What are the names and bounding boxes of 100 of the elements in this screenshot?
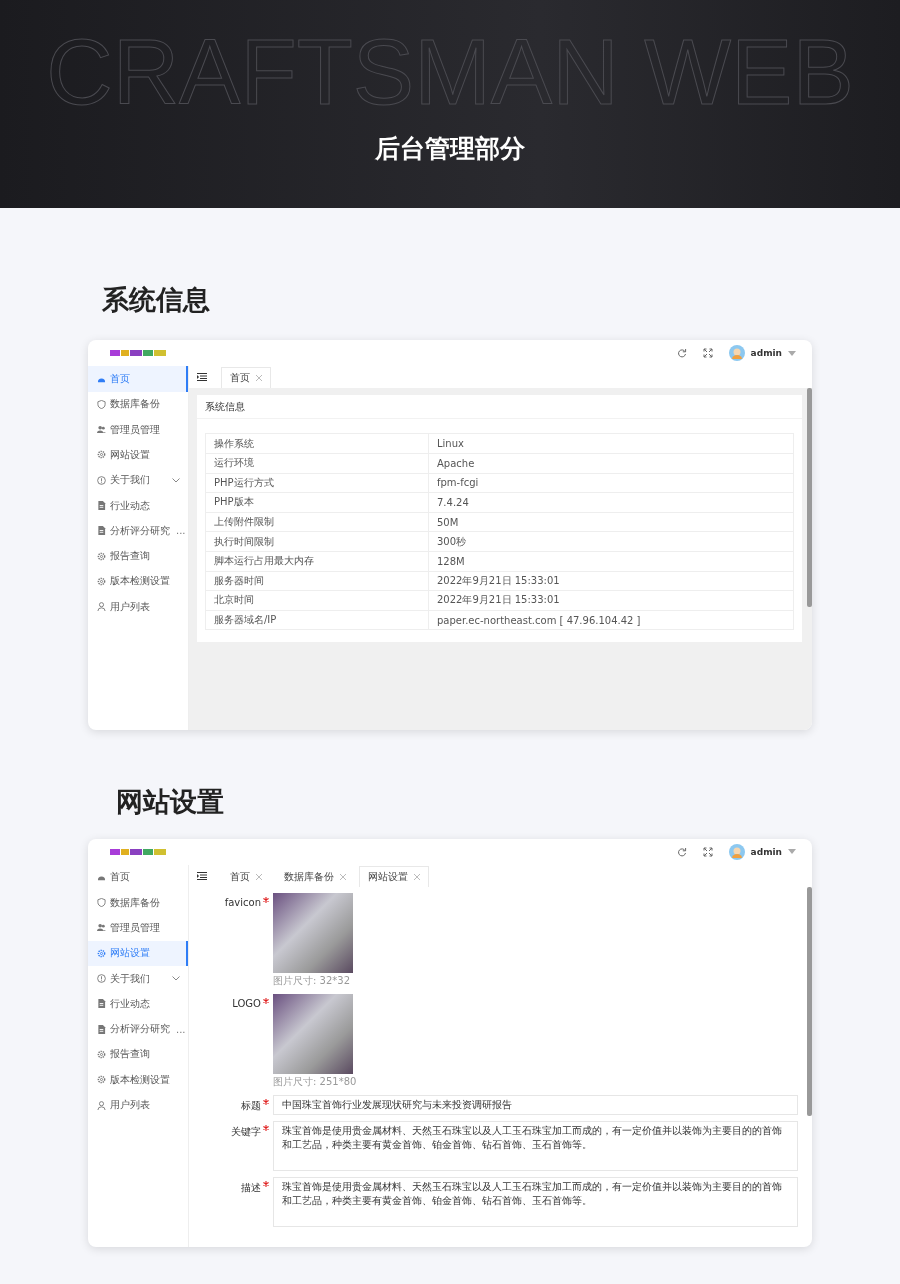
panel-title: 系统信息 <box>197 395 802 420</box>
username[interactable]: admin <box>750 348 782 359</box>
caret-icon[interactable] <box>788 849 796 855</box>
user-icon <box>97 1100 106 1110</box>
close-icon[interactable] <box>256 873 262 880</box>
shield-icon <box>97 399 106 409</box>
info-icon <box>97 475 106 485</box>
photo-placeholder[interactable] <box>273 993 353 1074</box>
table-cell: 50M <box>428 512 794 532</box>
table-cell: PHP运行方式 <box>205 473 429 493</box>
close-icon[interactable] <box>256 375 262 382</box>
sidebar-item[interactable]: 报告查询 <box>88 543 188 569</box>
table-cell: Apache <box>428 453 794 474</box>
field-label: favicon <box>224 896 261 908</box>
menu-icon[interactable] <box>197 373 207 382</box>
sidebar-item[interactable]: 版本检测设置 <box>88 568 188 595</box>
user-icon <box>97 602 106 612</box>
table-cell: fpm-fcgi <box>428 473 794 493</box>
table-cell: 2022年9月21日 15:33:01 <box>428 571 794 591</box>
table-cell: 脚本运行占用最大内存 <box>205 551 429 572</box>
field-label: 标题 <box>241 1098 261 1113</box>
tab[interactable]: 首页 <box>221 865 271 887</box>
banner-title: 后台管理部分 <box>375 133 525 165</box>
fullscreen-icon[interactable] <box>702 348 713 359</box>
image-size-hint: 图片尺寸: 32*32 <box>273 973 351 988</box>
photo-placeholder[interactable] <box>273 892 353 973</box>
tab[interactable]: 首页 <box>221 367 271 389</box>
table-cell: paper.ec-northeast.com [ 47.96.104.42 ] <box>428 610 794 630</box>
table-cell: Linux <box>428 433 794 454</box>
sidebar-item[interactable]: 行业动态 <box>88 991 188 1017</box>
sidebar-item[interactable]: 网站设置 <box>88 442 188 468</box>
sidebar-item[interactable]: 数据库备份 <box>88 890 188 916</box>
sidebar-item[interactable]: 报告查询 <box>88 1041 188 1068</box>
field-label: LOGO <box>232 997 261 1009</box>
avatar-icon[interactable] <box>728 843 745 860</box>
gear-icon <box>97 551 106 561</box>
info-icon <box>97 974 106 984</box>
gear-icon <box>97 1075 106 1085</box>
tab[interactable]: 网站设置 <box>359 865 429 887</box>
sidebar-item[interactable]: 网站设置 <box>88 940 188 966</box>
title-field[interactable]: 中国珠宝首饰行业发展现状研究与未来投资调研报告 <box>273 1094 798 1115</box>
refresh-icon[interactable] <box>676 348 687 359</box>
sidebar-item[interactable]: 管理员管理 <box>88 417 188 443</box>
shield-icon <box>97 898 106 908</box>
username[interactable]: admin <box>750 846 782 857</box>
sidebar-item[interactable]: 用户列表 <box>88 594 188 620</box>
table-cell: 北京时间 <box>205 590 429 611</box>
textarea-field[interactable]: 珠宝首饰是使用贵金属材料、天然玉石珠宝以及人工玉石珠宝加工而成的，有一定价值并以装饰为主要目的的首饰和工艺品，种类主要有黄金首饰、铂金首饰、钻石首饰、玉石首饰等。 <box>273 1120 798 1171</box>
table-cell: 2022年9月21日 15:33:01 <box>428 590 794 611</box>
sidebar-item[interactable]: 数据库备份 <box>88 391 188 417</box>
logo-drawing <box>110 847 166 856</box>
section-heading: 网站设置 <box>116 786 225 819</box>
table-cell: 128M <box>428 551 794 572</box>
logo-drawing <box>110 349 166 358</box>
sidebar-item[interactable]: 首页 <box>88 366 188 392</box>
section-heading: 系统信息 <box>102 284 211 317</box>
table-cell: 执行时间限制 <box>205 531 429 552</box>
gear-icon <box>97 1049 106 1059</box>
more-indicator: ... <box>176 1023 186 1035</box>
close-icon[interactable] <box>340 873 346 880</box>
menu-icon[interactable] <box>197 871 207 880</box>
file-icon <box>97 999 106 1009</box>
table-cell: 7.4.24 <box>428 492 794 513</box>
sidebar-item[interactable]: 首页 <box>88 864 188 890</box>
sidebar-item[interactable]: 管理员管理 <box>88 915 188 941</box>
table-cell: 运行环境 <box>205 453 429 474</box>
more-indicator: ... <box>176 525 186 537</box>
field-label: 关键字 <box>231 1124 261 1139</box>
gear-icon <box>97 948 106 958</box>
users-icon <box>97 923 106 933</box>
sidebar-item[interactable]: 用户列表 <box>88 1092 188 1118</box>
sidebar-item[interactable]: 分析评分研究 ... <box>88 518 188 544</box>
refresh-icon[interactable] <box>676 846 687 857</box>
table-cell: PHP版本 <box>205 492 429 513</box>
tab[interactable]: 数据库备份 <box>275 865 355 887</box>
scrollbar[interactable] <box>807 388 812 607</box>
sidebar-item[interactable]: 版本检测设置 <box>88 1067 188 1093</box>
scrollbar[interactable] <box>807 886 812 1116</box>
field-label: 描述 <box>241 1180 261 1195</box>
gear-icon <box>97 450 106 460</box>
table-cell: 上传附件限制 <box>205 512 429 532</box>
sidebar-item[interactable]: 行业动态 <box>88 492 188 519</box>
close-icon[interactable] <box>414 873 420 880</box>
file-icon <box>97 526 106 536</box>
file-icon <box>97 501 106 510</box>
gear-icon <box>97 576 106 586</box>
image-size-hint: 图片尺寸: 251*80 <box>273 1074 358 1089</box>
table-cell: 300秒 <box>428 531 794 552</box>
sidebar-item[interactable]: 关于我们 <box>88 965 188 992</box>
users-icon <box>97 425 106 435</box>
sidebar-item[interactable]: 关于我们 <box>88 467 188 493</box>
textarea-field[interactable]: 珠宝首饰是使用贵金属材料、天然玉石珠宝以及人工玉石珠宝加工而成的，有一定价值并以装饰为主要目的的首饰和工艺品，种类主要有黄金首饰、铂金首饰、钻石首饰、玉石首饰等。 <box>273 1176 798 1227</box>
caret-icon[interactable] <box>788 350 796 356</box>
avatar-icon[interactable] <box>728 345 745 362</box>
file-icon <box>97 1024 106 1034</box>
fullscreen-icon[interactable] <box>702 846 713 857</box>
table-cell: 服务器域名/IP <box>205 610 429 630</box>
sidebar-item[interactable]: 分析评分研究 ... <box>88 1016 188 1042</box>
table-cell: 服务器时间 <box>205 571 429 591</box>
table-cell: 操作系统 <box>205 433 429 454</box>
